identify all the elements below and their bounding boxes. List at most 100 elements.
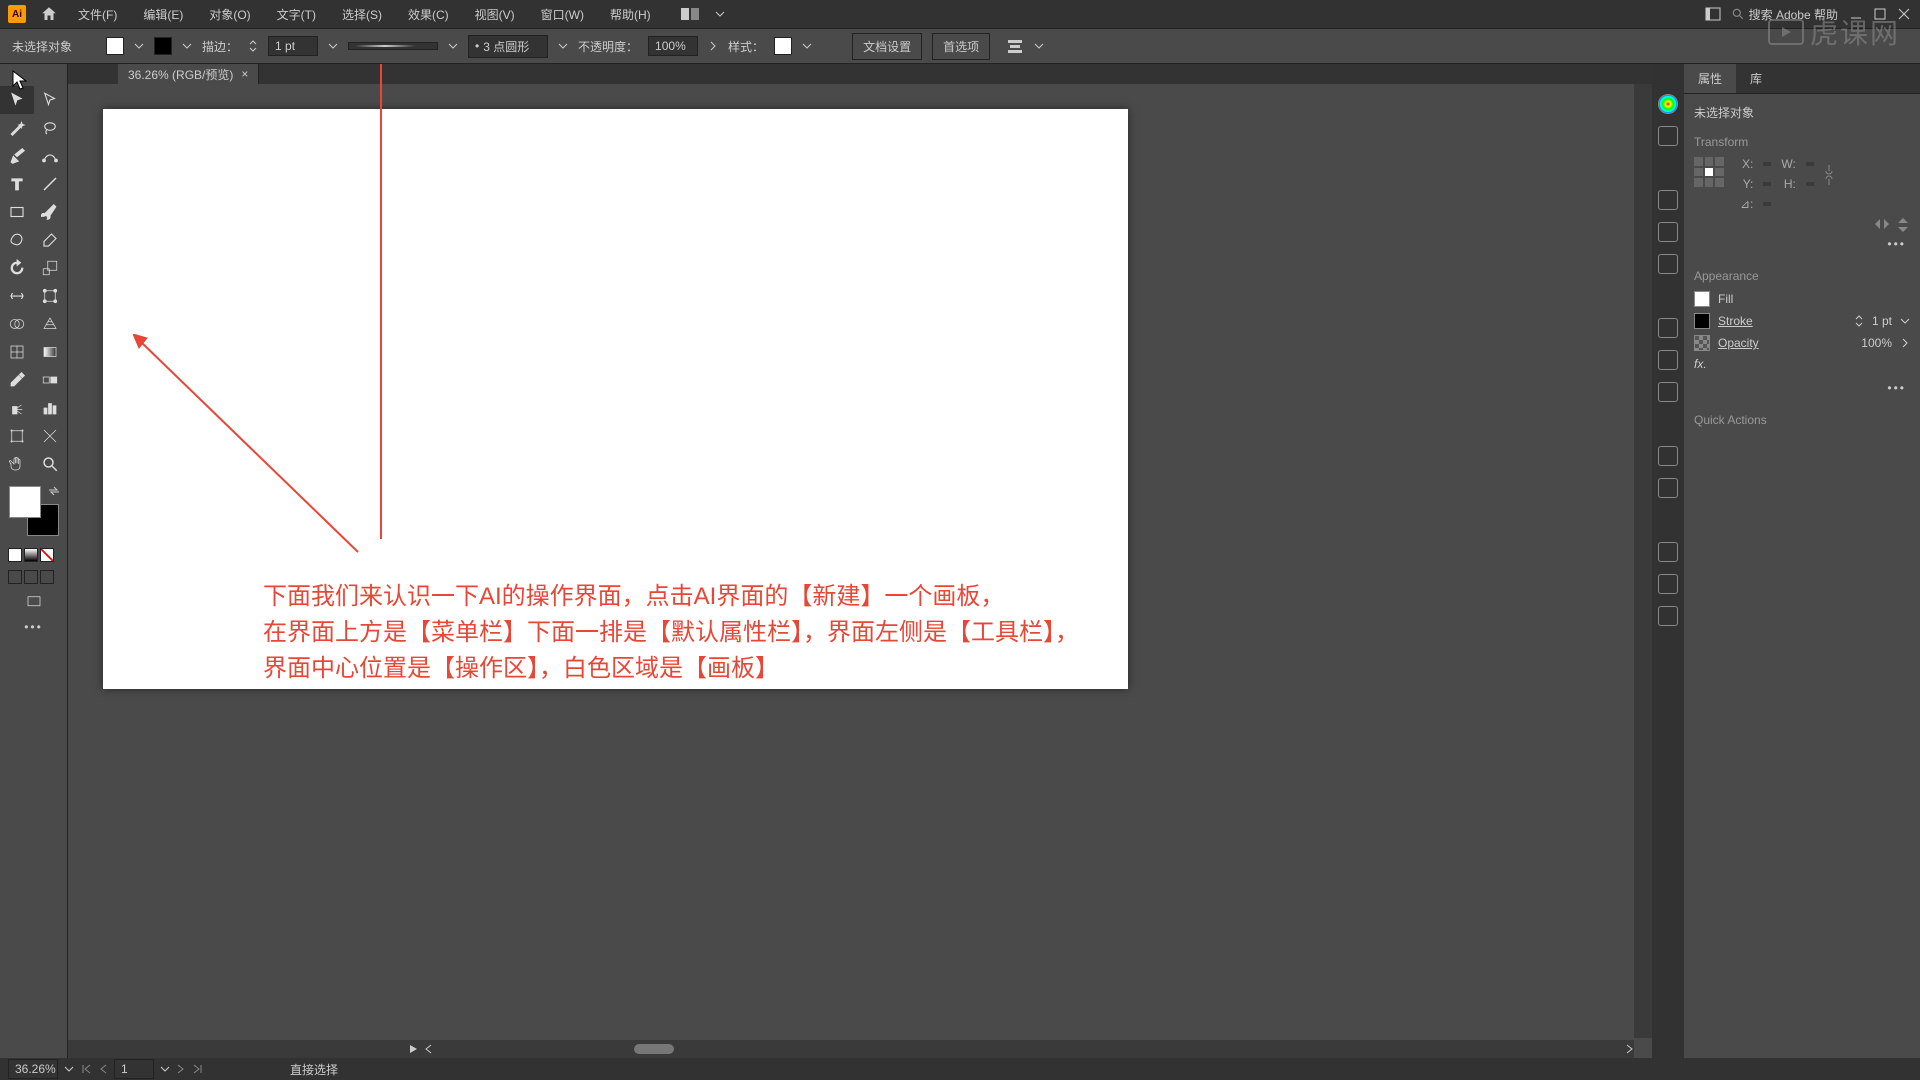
- chevron-down-icon[interactable]: [1034, 41, 1044, 51]
- angle-input[interactable]: [1763, 202, 1771, 206]
- home-icon[interactable]: [40, 5, 58, 23]
- menu-help[interactable]: 帮助(H): [604, 2, 657, 27]
- variable-width-select[interactable]: [348, 42, 438, 50]
- close-tab-icon[interactable]: ×: [241, 67, 248, 81]
- preferences-button[interactable]: 首选项: [932, 33, 990, 60]
- align-icon[interactable]: [1006, 38, 1024, 54]
- menu-file[interactable]: 文件(F): [72, 2, 123, 27]
- symbols-panel-icon[interactable]: [1658, 254, 1678, 274]
- opacity-value[interactable]: 100%: [1861, 336, 1892, 350]
- type-tool[interactable]: [0, 170, 34, 198]
- canvas-viewport[interactable]: 下面我们来认识一下AI的操作界面，点击AI界面的【新建】一个画板， 在界面上方是…: [68, 84, 1632, 1038]
- y-input[interactable]: [1763, 182, 1771, 186]
- chevron-down-icon[interactable]: [160, 1064, 170, 1074]
- align-panel-icon[interactable]: [1658, 542, 1678, 562]
- direct-selection-tool[interactable]: [34, 86, 68, 114]
- last-artboard-icon[interactable]: [192, 1063, 204, 1075]
- chevron-down-icon[interactable]: [448, 41, 458, 51]
- column-graph-tool[interactable]: [34, 394, 68, 422]
- chevron-down-icon[interactable]: [64, 1064, 74, 1074]
- menu-view[interactable]: 视图(V): [469, 2, 521, 27]
- document-setup-button[interactable]: 文档设置: [852, 33, 922, 60]
- eyedropper-tool[interactable]: [0, 366, 34, 394]
- reference-point[interactable]: [1694, 157, 1724, 187]
- chevron-left-icon[interactable]: [424, 1044, 434, 1054]
- chevron-down-icon[interactable]: [182, 41, 192, 51]
- stroke-swatch[interactable]: [154, 37, 172, 55]
- foreground-color[interactable]: [9, 486, 41, 518]
- chevron-down-icon[interactable]: [328, 41, 338, 51]
- w-input[interactable]: [1806, 162, 1814, 166]
- paintbrush-tool[interactable]: [34, 198, 68, 226]
- stepper-icon[interactable]: [1854, 314, 1864, 328]
- horizontal-scrollbar[interactable]: [68, 1040, 1634, 1058]
- graphic-styles-panel-icon[interactable]: [1658, 478, 1678, 498]
- rotate-tool[interactable]: [0, 254, 34, 282]
- curvature-tool[interactable]: [34, 142, 68, 170]
- line-tool[interactable]: [34, 170, 68, 198]
- screen-mode-tool[interactable]: [0, 588, 67, 616]
- h-input[interactable]: [1806, 182, 1814, 186]
- prev-artboard-icon[interactable]: [98, 1063, 108, 1075]
- brush-select[interactable]: •3 点圆形: [468, 35, 548, 58]
- zoom-tool[interactable]: [34, 450, 68, 478]
- chevron-down-icon[interactable]: [715, 9, 725, 19]
- blend-tool[interactable]: [34, 366, 68, 394]
- color-mode-gradient[interactable]: [24, 548, 38, 562]
- x-input[interactable]: [1763, 162, 1771, 166]
- brushes-panel-icon[interactable]: [1658, 222, 1678, 242]
- style-swatch[interactable]: [774, 37, 792, 55]
- flip-v-icon[interactable]: [1896, 217, 1910, 233]
- draw-behind[interactable]: [24, 570, 38, 584]
- hand-tool[interactable]: [0, 450, 34, 478]
- stroke-weight-input[interactable]: 1 pt: [268, 36, 318, 56]
- appearance-panel-icon[interactable]: [1658, 446, 1678, 466]
- artboard-number-input[interactable]: 1: [114, 1059, 154, 1079]
- fx-label[interactable]: fx.: [1694, 357, 1707, 371]
- stroke-weight-value[interactable]: 1 pt: [1872, 314, 1892, 328]
- tab-properties[interactable]: 属性: [1684, 64, 1736, 93]
- chevron-right-icon[interactable]: [1624, 1044, 1634, 1054]
- color-selector[interactable]: [9, 486, 59, 536]
- chevron-down-icon[interactable]: [802, 41, 812, 51]
- gradient-tool[interactable]: [34, 338, 68, 366]
- zoom-input[interactable]: 36.26%: [8, 1059, 58, 1079]
- color-mode-solid[interactable]: [8, 548, 22, 562]
- menu-object[interactable]: 对象(O): [203, 2, 256, 27]
- free-transform-tool[interactable]: [34, 282, 68, 310]
- color-panel-icon[interactable]: [1658, 94, 1678, 114]
- opacity-swatch[interactable]: [1694, 335, 1710, 351]
- fill-swatch[interactable]: [106, 37, 124, 55]
- shape-builder-tool[interactable]: [0, 310, 34, 338]
- menu-edit[interactable]: 编辑(E): [137, 2, 189, 27]
- workspace-icon[interactable]: [1705, 7, 1721, 21]
- scroll-thumb[interactable]: [634, 1044, 674, 1054]
- menu-window[interactable]: 窗口(W): [535, 2, 590, 27]
- chevron-right-icon[interactable]: [1900, 338, 1910, 348]
- layers-panel-icon[interactable]: [1658, 318, 1678, 338]
- swap-colors-icon[interactable]: [47, 484, 61, 498]
- artboard-tool[interactable]: [0, 422, 34, 450]
- more-options-icon[interactable]: •••: [1694, 233, 1910, 255]
- lasso-tool[interactable]: [34, 114, 68, 142]
- artboards-panel-icon[interactable]: [1658, 382, 1678, 402]
- eraser-tool[interactable]: [34, 226, 68, 254]
- stroke-panel-icon[interactable]: [1658, 190, 1678, 210]
- perspective-grid-tool[interactable]: [34, 310, 68, 338]
- document-tab[interactable]: 36.26% (RGB/预览) ×: [118, 64, 259, 85]
- selection-tool[interactable]: [0, 86, 34, 114]
- rectangle-tool[interactable]: [0, 198, 34, 226]
- edit-toolbar-button[interactable]: •••: [0, 616, 67, 638]
- shaper-tool[interactable]: [0, 226, 34, 254]
- draw-normal[interactable]: [8, 570, 22, 584]
- arrange-documents-icon[interactable]: [681, 7, 701, 21]
- first-artboard-icon[interactable]: [80, 1063, 92, 1075]
- play-icon[interactable]: [408, 1044, 418, 1054]
- artboard[interactable]: 下面我们来认识一下AI的操作界面，点击AI界面的【新建】一个画板， 在界面上方是…: [103, 109, 1128, 689]
- link-icon[interactable]: [1822, 163, 1836, 187]
- chevron-down-icon[interactable]: [134, 41, 144, 51]
- tab-libraries[interactable]: 库: [1736, 64, 1776, 93]
- mesh-tool[interactable]: [0, 338, 34, 366]
- asset-export-panel-icon[interactable]: [1658, 350, 1678, 370]
- chevron-down-icon[interactable]: [1900, 316, 1910, 326]
